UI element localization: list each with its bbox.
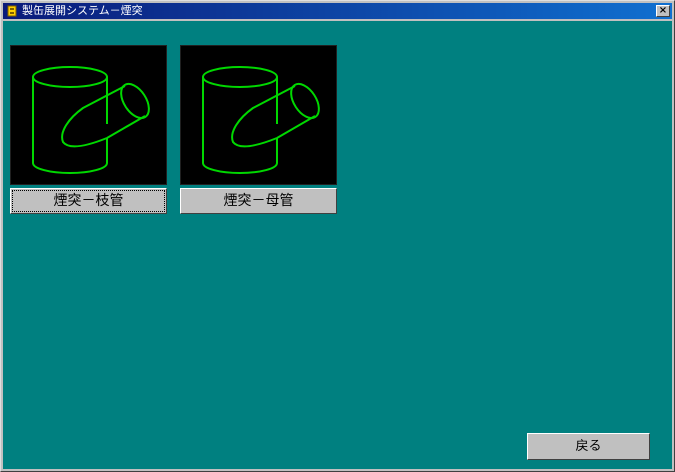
app-icon bbox=[7, 5, 17, 17]
preview-branch-pipe[interactable] bbox=[10, 45, 167, 185]
branch-pipe-label: 煙突－枝管 bbox=[11, 189, 166, 213]
close-icon: × bbox=[658, 5, 668, 16]
preview-main-pipe[interactable] bbox=[180, 45, 337, 185]
main-pipe-button[interactable]: 煙突－母管 bbox=[180, 188, 337, 214]
main-area: 煙突－枝管 煙突－母管 戻る bbox=[3, 21, 672, 469]
main-pipe-label: 煙突－母管 bbox=[223, 193, 294, 209]
back-button[interactable]: 戻る bbox=[527, 433, 650, 460]
title-bar[interactable]: 製缶展開システム－煙突 × bbox=[3, 3, 672, 19]
close-button[interactable]: × bbox=[656, 5, 670, 17]
pipe-branch-icon bbox=[32, 66, 150, 174]
pipe-main-icon bbox=[202, 66, 320, 174]
window-title: 製缶展開システム－煙突 bbox=[22, 4, 143, 17]
app-window: 製缶展開システム－煙突 × 煙突－枝管 煙突－母管 戻る bbox=[0, 0, 675, 472]
branch-pipe-button[interactable]: 煙突－枝管 bbox=[10, 188, 167, 214]
back-button-label: 戻る bbox=[575, 439, 602, 454]
